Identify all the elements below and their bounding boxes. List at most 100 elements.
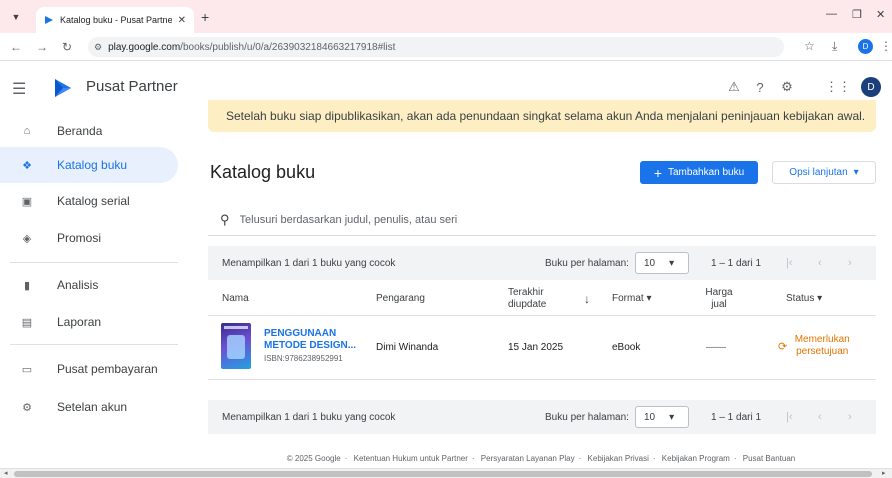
results-count: Menampilkan 1 dari 1 buku yang cocok: [222, 411, 396, 423]
search-input[interactable]: [239, 213, 740, 226]
col-updated[interactable]: Terakhir diupdate: [508, 287, 568, 311]
payment-card-icon: ▭: [21, 363, 33, 376]
sidebar-divider: [10, 262, 178, 263]
advanced-options-label: Opsi lanjutan: [789, 167, 848, 178]
footer-link-program-policy[interactable]: Kebijakan Program: [662, 454, 730, 463]
minimize-icon[interactable]: —: [826, 8, 837, 20]
scroll-left-icon[interactable]: ◂: [4, 469, 8, 477]
next-page-icon[interactable]: ›: [848, 411, 852, 423]
sidebar-item-analisis[interactable]: ▮ Analisis: [0, 267, 178, 303]
first-page-icon[interactable]: |‹: [786, 257, 793, 269]
sidebar-item-promosi[interactable]: ◈ Promosi: [0, 220, 178, 256]
sidebar-item-label: Pusat pembayaran: [57, 362, 158, 376]
per-page-label: Buku per halaman:: [545, 257, 629, 269]
book-author: Dimi Winanda: [376, 342, 439, 353]
sidebar-item-setelan-akun[interactable]: ⚙ Setelan akun: [0, 389, 178, 425]
site-info-icon[interactable]: ⚙: [94, 42, 102, 53]
tag-icon: ◈: [22, 232, 32, 245]
browser-profile-icon[interactable]: D: [858, 39, 873, 54]
add-book-label: Tambahkan buku: [668, 167, 745, 178]
col-format[interactable]: Format ▾: [612, 293, 651, 304]
footer-link-help-center[interactable]: Pusat Bantuan: [743, 454, 795, 463]
prev-page-icon[interactable]: ‹: [818, 257, 822, 269]
col-author[interactable]: Pengarang: [376, 293, 425, 304]
page-title: Katalog buku: [210, 162, 316, 182]
home-icon: ⌂: [23, 125, 31, 137]
book-price: ——: [706, 342, 726, 353]
account-avatar[interactable]: D: [861, 77, 881, 97]
bar-chart-icon: ▮: [23, 279, 31, 292]
feedback-icon[interactable]: ⚠: [726, 79, 742, 95]
series-icon: ▣: [21, 195, 33, 208]
search-bar: ⚲: [208, 204, 876, 236]
menu-icon[interactable]: ☰: [12, 79, 26, 99]
page-footer: © 2025 Google · Ketentuan Hukum untuk Par…: [286, 454, 796, 463]
brand-name: Pusat Partner: [86, 78, 178, 95]
pending-sync-icon: ⟳: [778, 340, 788, 353]
sidebar-item-label: Setelan akun: [57, 400, 128, 414]
google-play-books-logo: [55, 79, 71, 97]
footer-link-terms-partner[interactable]: Ketentuan Hukum untuk Partner: [354, 454, 468, 463]
pagination-bottom: Menampilkan 1 dari 1 buku yang cocok Buk…: [208, 400, 876, 434]
back-icon[interactable]: ←: [10, 40, 22, 54]
sidebar-item-pusat-pembayaran[interactable]: ▭ Pusat pembayaran: [0, 351, 178, 387]
prev-page-icon[interactable]: ‹: [818, 411, 822, 423]
caret-down-icon: ▾: [669, 257, 675, 269]
restore-icon[interactable]: ❐: [852, 8, 862, 21]
sidebar-item-beranda[interactable]: ⌂ Beranda: [0, 113, 178, 149]
per-page-label: Buku per halaman:: [545, 411, 629, 423]
caret-down-icon: ▾: [669, 411, 675, 423]
sidebar-item-label: Katalog buku: [57, 158, 128, 172]
tab-search-chevron-icon[interactable]: ▼: [8, 9, 24, 25]
per-page-select[interactable]: 10 ▾: [635, 252, 689, 274]
status-badge[interactable]: ⟳ Memerlukan persetujuan: [778, 334, 853, 358]
table-row[interactable]: PENGGUNAAN METODE DESIGN... ISBN:9786238…: [208, 316, 876, 380]
plus-icon: +: [653, 164, 662, 181]
help-icon[interactable]: ?: [752, 79, 768, 95]
footer-link-privacy[interactable]: Kebijakan Privasi: [588, 454, 649, 463]
sidebar-item-label: Laporan: [57, 315, 102, 329]
per-page-select[interactable]: 10 ▾: [635, 406, 689, 428]
col-status[interactable]: Status ▾: [786, 293, 822, 304]
book-cover-thumbnail[interactable]: [221, 323, 251, 369]
browser-tab-strip: ▼ Katalog buku - Pusat Partner G ✕ + — ❐…: [0, 0, 892, 33]
first-page-icon[interactable]: |‹: [786, 411, 793, 423]
window-close-icon[interactable]: ✕: [876, 8, 885, 21]
sidebar-item-label: Katalog serial: [57, 194, 130, 208]
results-count: Menampilkan 1 dari 1 buku yang cocok: [222, 257, 396, 269]
sidebar-item-katalog-serial[interactable]: ▣ Katalog serial: [0, 183, 178, 219]
status-label: Memerlukan persetujuan: [794, 334, 850, 357]
address-bar[interactable]: ⚙ play.google.com/books/publish/u/0/a/26…: [88, 37, 784, 57]
advanced-options-button[interactable]: Opsi lanjutan ▾: [772, 161, 876, 184]
sidebar-item-label: Beranda: [57, 124, 103, 138]
reload-icon[interactable]: ↻: [62, 40, 72, 54]
browser-menu-icon[interactable]: ⋮: [880, 39, 892, 53]
book-icon: ❖: [22, 159, 32, 172]
url-text: play.google.com/books/publish/u/0/a/2639…: [108, 41, 396, 53]
add-book-button[interactable]: + Tambahkan buku: [640, 161, 758, 184]
table-header: Nama Pengarang Terakhir diupdate ↓ Forma…: [208, 280, 876, 316]
col-name[interactable]: Nama: [222, 293, 249, 304]
next-page-icon[interactable]: ›: [848, 257, 852, 269]
scrollbar-thumb[interactable]: [14, 471, 872, 477]
settings-gear-icon[interactable]: ⚙: [779, 79, 795, 95]
book-title-link[interactable]: PENGGUNAAN METODE DESIGN...: [264, 328, 364, 352]
report-icon: ▤: [21, 316, 33, 329]
sidebar-item-katalog-buku[interactable]: ❖ Katalog buku: [0, 147, 178, 183]
horizontal-scrollbar[interactable]: ◂ ▸: [0, 468, 892, 478]
bookmark-star-icon[interactable]: ☆: [804, 39, 815, 53]
tab-close-icon[interactable]: ✕: [178, 15, 186, 26]
footer-copyright: © 2025 Google: [286, 454, 341, 463]
new-tab-button[interactable]: +: [201, 9, 209, 25]
sidebar-item-laporan[interactable]: ▤ Laporan: [0, 304, 178, 340]
sort-arrow-down-icon[interactable]: ↓: [584, 292, 590, 306]
gear-icon: ⚙: [22, 401, 32, 414]
apps-grid-icon[interactable]: ⋮⋮: [825, 79, 851, 95]
browser-tab-active[interactable]: Katalog buku - Pusat Partner G ✕: [36, 7, 194, 33]
download-icon[interactable]: ⤓: [832, 39, 837, 54]
footer-link-play-terms[interactable]: Persyaratan Layanan Play: [481, 454, 575, 463]
book-updated: 15 Jan 2025: [508, 342, 564, 353]
forward-icon[interactable]: →: [36, 40, 48, 54]
scroll-right-icon[interactable]: ▸: [882, 469, 886, 477]
browser-toolbar: ← → ↻ ⚙ play.google.com/books/publish/u/…: [0, 33, 892, 61]
